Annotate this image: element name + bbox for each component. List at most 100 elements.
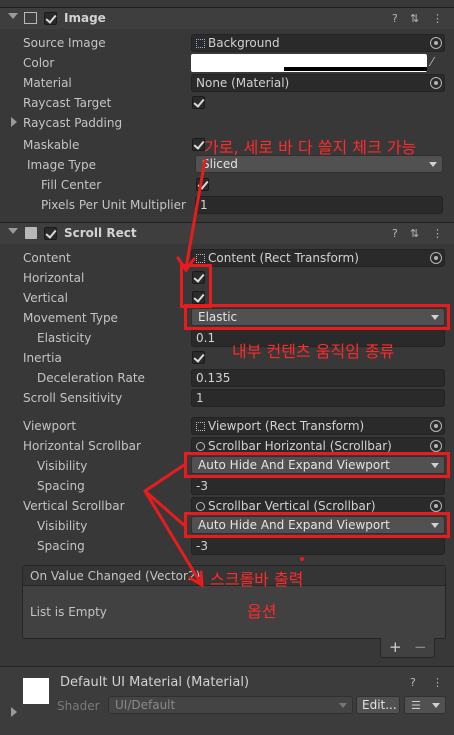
h-spacing-label: Spacing <box>37 479 85 493</box>
material-fold-icon[interactable] <box>11 707 17 717</box>
content-label: Content <box>23 251 71 265</box>
elasticity-label: Elasticity <box>37 331 92 345</box>
rect-transform-icon <box>196 422 205 431</box>
shader-options-button[interactable]: ☰ <box>404 696 446 714</box>
scroll-sensitivity-label: Scroll Sensitivity <box>23 391 123 405</box>
content-picker-icon[interactable] <box>430 252 442 264</box>
raycast-target-label: Raycast Target <box>23 96 112 110</box>
inertia-checkbox[interactable] <box>192 351 205 364</box>
vertical-scrollbar-field[interactable]: Scrollbar Vertical (Scrollbar) <box>191 497 445 515</box>
source-image-picker-icon[interactable] <box>430 37 442 49</box>
scrollbar-annotation-line2: 옵션 <box>247 602 277 621</box>
scroll-sensitivity-field[interactable]: 1 <box>191 389 445 407</box>
viewport-label: Viewport <box>23 419 77 433</box>
movement-type-dropdown[interactable]: Elastic <box>191 308 445 326</box>
color-label: Color <box>23 56 55 70</box>
event-add-remove-bar: + − <box>380 638 435 658</box>
raycast-padding-fold-icon[interactable] <box>11 117 17 127</box>
presets-icon[interactable]: ⇅ <box>410 227 419 240</box>
ppu-multiplier-field[interactable]: 1 <box>195 196 443 214</box>
arrow-to-h-visibility <box>143 463 186 493</box>
h-visibility-label: Visibility <box>37 459 88 473</box>
maskable-label: Maskable <box>23 138 80 152</box>
vertical-label: Vertical <box>23 291 68 305</box>
help-icon[interactable]: ? <box>392 12 398 25</box>
h-spacing-field[interactable]: -3 <box>191 477 445 495</box>
edit-shader-button[interactable]: Edit... <box>356 696 400 714</box>
h-visibility-dropdown[interactable]: Auto Hide And Expand Viewport <box>191 456 445 474</box>
chevron-down-icon <box>432 703 440 708</box>
v-visibility-label: Visibility <box>37 519 88 533</box>
content-field[interactable]: Content (Rect Transform) <box>191 249 445 267</box>
fold-arrow-icon[interactable] <box>8 13 18 19</box>
horizontal-label: Horizontal <box>23 271 85 285</box>
image-component-title: Image <box>64 11 106 25</box>
vertical-checkbox[interactable] <box>192 291 205 304</box>
horizontal-checkbox[interactable] <box>192 271 205 284</box>
arrow-to-v-visibility <box>143 489 186 527</box>
scroll-rect-enabled-checkbox[interactable] <box>44 227 57 240</box>
scroll-rect-title: Scroll Rect <box>64 226 137 240</box>
event-title: On Value Changed (Vector2) <box>30 569 201 583</box>
v-visibility-dropdown[interactable]: Auto Hide And Expand Viewport <box>191 516 445 534</box>
event-empty-text: List is Empty <box>30 605 107 619</box>
help-icon[interactable]: ? <box>392 227 398 240</box>
scrollbar-component-icon <box>196 442 205 451</box>
chevron-down-icon <box>429 162 437 167</box>
more-menu-icon[interactable]: ⋮ <box>432 12 443 25</box>
movement-annotation: 내부 컨텐츠 움직임 종류 <box>232 342 395 361</box>
list-icon: ☰ <box>411 699 421 712</box>
presets-icon[interactable]: ⇅ <box>410 12 419 25</box>
scroll-rect-icon <box>25 227 37 239</box>
material-picker-icon[interactable] <box>430 77 442 89</box>
raycast-target-checkbox[interactable] <box>192 96 205 109</box>
checkbox-annotation: 가로, 세로 바 다 쓸지 체크 가능 <box>204 138 417 157</box>
viewport-picker-icon[interactable] <box>430 420 442 432</box>
sprite-icon <box>196 39 205 48</box>
shader-label: Shader <box>57 699 100 713</box>
remove-button[interactable]: − <box>414 638 427 656</box>
horizontal-scrollbar-picker-icon[interactable] <box>430 440 442 452</box>
image-component-header[interactable]: Image ? ⇅ ⋮ <box>0 7 454 29</box>
rect-transform-icon <box>196 254 205 263</box>
image-type-label: Image Type <box>27 158 96 172</box>
add-button[interactable]: + <box>389 638 402 656</box>
shader-dropdown[interactable]: UI/Default <box>108 696 353 714</box>
chevron-down-icon <box>431 523 439 528</box>
more-menu-icon[interactable]: ⋮ <box>432 676 443 689</box>
alpha-bar <box>284 67 427 71</box>
chevron-down-icon <box>431 463 439 468</box>
color-field[interactable] <box>191 54 427 72</box>
material-footer: Default UI Material (Material) ? ⋮ Shade… <box>0 666 454 735</box>
image-enabled-checkbox[interactable] <box>44 12 57 25</box>
source-image-label: Source Image <box>23 36 106 50</box>
viewport-field[interactable]: Viewport (Rect Transform) <box>191 417 445 435</box>
chevron-down-icon <box>339 703 347 708</box>
raycast-padding-label[interactable]: Raycast Padding <box>23 116 122 130</box>
v-spacing-label: Spacing <box>37 539 85 553</box>
scrollbar-component-icon <box>196 502 205 511</box>
annotation-dot <box>300 557 304 561</box>
chevron-down-icon <box>431 315 439 320</box>
material-footer-title: Default UI Material (Material) <box>60 675 250 690</box>
scrollbar-annotation-line1: 스크롤바 출력 <box>210 570 304 589</box>
eyedropper-icon[interactable]: ⁄ <box>431 55 433 69</box>
fill-center-checkbox[interactable] <box>196 178 209 191</box>
material-preview-swatch <box>23 678 49 704</box>
fold-arrow-icon[interactable] <box>8 228 18 234</box>
material-field[interactable]: None (Material) <box>191 74 445 92</box>
vertical-scrollbar-picker-icon[interactable] <box>430 500 442 512</box>
deceleration-rate-field[interactable]: 0.135 <box>191 369 445 387</box>
inertia-label: Inertia <box>23 351 62 365</box>
scroll-rect-header[interactable]: Scroll Rect ? ⇅ ⋮ <box>0 222 454 244</box>
ppu-multiplier-label: Pixels Per Unit Multiplier <box>41 198 186 212</box>
horizontal-scrollbar-label: Horizontal Scrollbar <box>23 439 141 453</box>
horizontal-scrollbar-field[interactable]: Scrollbar Horizontal (Scrollbar) <box>191 437 445 455</box>
material-label: Material <box>23 76 72 90</box>
help-icon[interactable]: ? <box>410 676 416 689</box>
source-image-field[interactable]: Background <box>191 34 445 52</box>
vertical-scrollbar-label: Vertical Scrollbar <box>23 499 125 513</box>
deceleration-rate-label: Deceleration Rate <box>37 371 145 385</box>
v-spacing-field[interactable]: -3 <box>191 537 445 555</box>
more-menu-icon[interactable]: ⋮ <box>432 227 443 240</box>
